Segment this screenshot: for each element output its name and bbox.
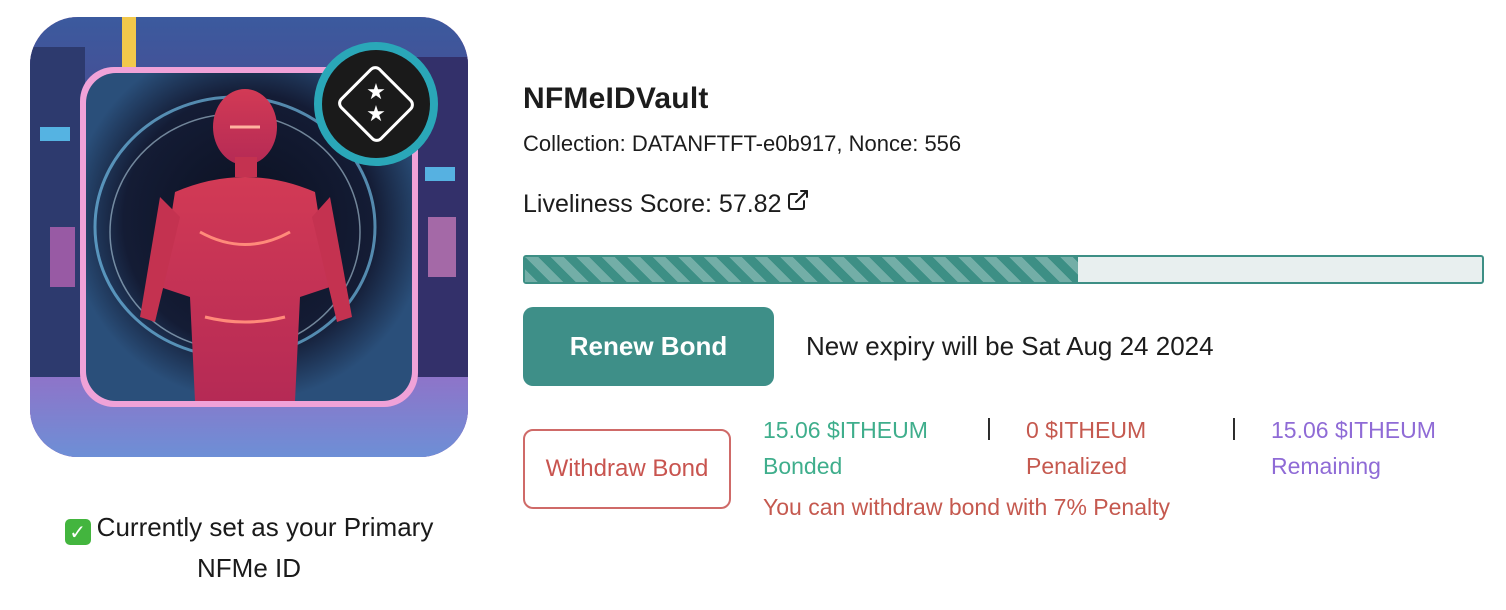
collection-info: Collection: DATANFTFT-e0b917, Nonce: 556 (523, 131, 962, 156)
liveliness-progress-fill (525, 257, 1079, 282)
svg-text:★: ★ (366, 102, 386, 127)
nft-image: ★ ★ (30, 17, 468, 457)
stat-separator: | (1231, 414, 1237, 440)
bonded-label: Bonded (763, 453, 843, 479)
remaining-label: Remaining (1271, 453, 1381, 479)
bonded-amount: 15.06 $ITHEUM (763, 417, 928, 443)
withdraw-penalty-note: You can withdraw bond with 7% Penalty (763, 494, 1171, 520)
primary-id-status: ✓ Currently set as your Primary NFMe ID (30, 507, 468, 589)
nft-title: NFMeIDVault (523, 82, 709, 115)
check-mark-icon: ✓ (64, 519, 91, 545)
primary-id-status-text: Currently set as your Primary NFMe ID (96, 512, 434, 583)
liveliness-score-text: Liveliness Score: 57.82 (523, 190, 782, 218)
remaining-amount: 15.06 $ITHEUM (1271, 417, 1436, 443)
penalized-amount: 0 $ITHEUM (1026, 417, 1147, 443)
penalized-label: Penalized (1026, 453, 1128, 479)
remaining-stat: 15.06 $ITHEUM Remaining (1271, 412, 1436, 484)
stat-separator: | (986, 414, 992, 440)
bonded-stat: 15.06 $ITHEUM Bonded (763, 412, 928, 484)
new-expiry-text: New expiry will be Sat Aug 24 2024 (806, 331, 1214, 361)
liveliness-score: Liveliness Score: 57.82 (523, 190, 810, 219)
withdraw-bond-button[interactable]: Withdraw Bond (523, 429, 731, 509)
external-link-icon[interactable] (786, 188, 810, 212)
renew-bond-button[interactable]: Renew Bond (523, 307, 774, 386)
liveliness-progress-bar (523, 255, 1484, 284)
penalized-stat: 0 $ITHEUM Penalized (1026, 412, 1146, 484)
